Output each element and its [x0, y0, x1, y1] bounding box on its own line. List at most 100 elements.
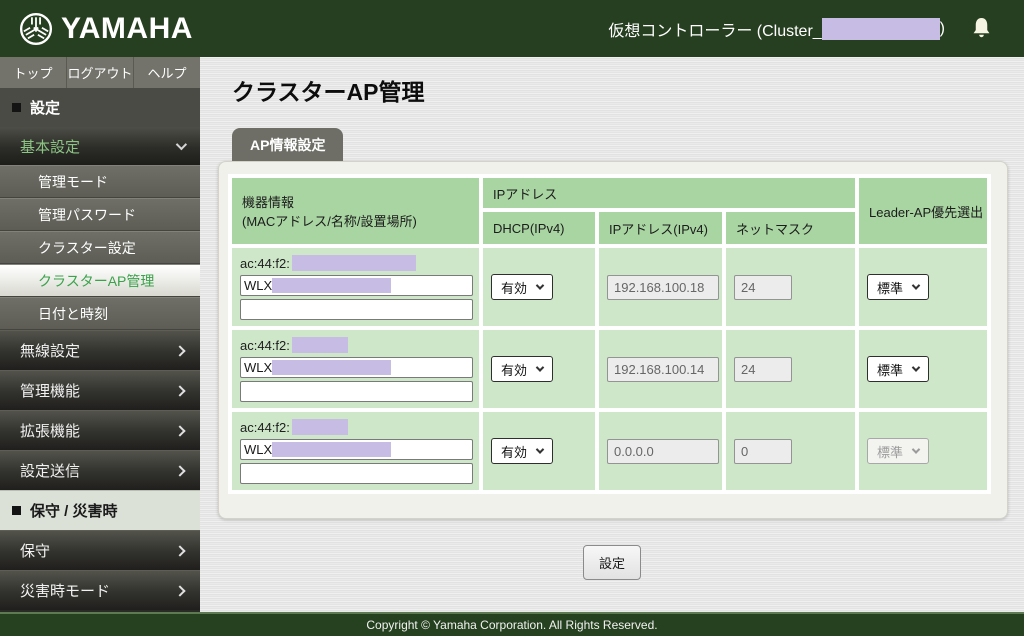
- controller-title: 仮想コントローラー (Cluster_ ): [608, 17, 945, 41]
- ip-address-input: [607, 439, 719, 464]
- dhcp-cell: 有効: [483, 248, 595, 326]
- sidebar-item-management-functions[interactable]: 管理機能: [0, 370, 200, 410]
- chevron-down-icon: [536, 363, 544, 371]
- main-content: クラスターAP管理 AP情報設定 機器情報 (MACアドレス/名称/設置場所) …: [200, 57, 1024, 612]
- ip-cell: [599, 412, 722, 490]
- leader-ap-select[interactable]: 標準: [867, 274, 929, 300]
- tab-ap-info-settings[interactable]: AP情報設定: [232, 128, 343, 161]
- brand-text: YAMAHA: [61, 12, 193, 46]
- dhcp-select[interactable]: 有効: [491, 356, 553, 382]
- chevron-right-icon: [174, 585, 185, 596]
- netmask-cell: [726, 248, 855, 326]
- redaction-box: [272, 442, 391, 457]
- netmask-input: [734, 275, 792, 300]
- sidebar-section-maintenance: 保守 / 災害時: [0, 490, 200, 530]
- dhcp-cell: 有効: [483, 330, 595, 408]
- ip-address-input: [607, 275, 719, 300]
- device-info-cell: ac:44:f2: WLX: [232, 330, 479, 408]
- yamaha-logo: YAMAHA: [18, 11, 193, 47]
- chevron-right-icon: [174, 345, 185, 356]
- leader-cell: 標準: [859, 412, 987, 490]
- netmask-input: [734, 439, 792, 464]
- redaction-box: [272, 278, 391, 293]
- table-row: ac:44:f2: WLX 有効: [232, 330, 987, 408]
- ap-location-input[interactable]: [240, 463, 473, 484]
- sidebar-section-settings: 設定: [0, 88, 200, 127]
- col-header-netmask: ネットマスク: [726, 212, 855, 244]
- top-bar: YAMAHA 仮想コントローラー (Cluster_ ): [0, 0, 1024, 57]
- sidebar-item-date-time[interactable]: 日付と時刻: [0, 297, 200, 330]
- ap-location-input[interactable]: [240, 299, 473, 320]
- col-header-device-info: 機器情報 (MACアドレス/名称/設置場所): [232, 178, 479, 244]
- ap-table: 機器情報 (MACアドレス/名称/設置場所) IPアドレス Leader-AP優…: [228, 174, 991, 494]
- square-bullet-icon: [12, 103, 21, 112]
- col-header-ip-group: IPアドレス: [483, 178, 855, 208]
- ap-settings-panel: 機器情報 (MACアドレス/名称/設置場所) IPアドレス Leader-AP優…: [218, 161, 1008, 519]
- ip-cell: [599, 248, 722, 326]
- ip-address-input: [607, 357, 719, 382]
- square-bullet-icon: [12, 506, 21, 515]
- redaction-box: [822, 18, 940, 40]
- redaction-box: [292, 337, 348, 353]
- sidebar-item-cluster-settings[interactable]: クラスター設定: [0, 231, 200, 264]
- copyright-text: Copyright © Yamaha Corporation. All Righ…: [366, 618, 657, 632]
- ap-name-input[interactable]: WLX: [240, 275, 473, 296]
- sidebar-item-management-mode[interactable]: 管理モード: [0, 165, 200, 198]
- dhcp-select[interactable]: 有効: [491, 274, 553, 300]
- sidebar-item-wireless-settings[interactable]: 無線設定: [0, 330, 200, 370]
- netmask-cell: [726, 412, 855, 490]
- sidebar-item-admin-password[interactable]: 管理パスワード: [0, 198, 200, 231]
- yamaha-mark-icon: [18, 11, 54, 47]
- chevron-down-icon: [536, 281, 544, 289]
- sidebar-tabbar: トップ ログアウト ヘルプ: [0, 57, 200, 88]
- sidebar-item-extended-functions[interactable]: 拡張機能: [0, 410, 200, 450]
- leader-cell: 標準: [859, 330, 987, 408]
- nav-tab-top[interactable]: トップ: [0, 57, 67, 88]
- redaction-box: [292, 419, 348, 435]
- netmask-input: [734, 357, 792, 382]
- leader-ap-select[interactable]: 標準: [867, 356, 929, 382]
- ip-cell: [599, 330, 722, 408]
- col-header-ip: IPアドレス(IPv4): [599, 212, 722, 244]
- chevron-down-icon: [536, 445, 544, 453]
- mac-address: ac:44:f2:: [240, 254, 473, 272]
- chevron-down-icon: [176, 139, 187, 150]
- notification-bell-icon[interactable]: [971, 17, 992, 40]
- leader-cell: 標準: [859, 248, 987, 326]
- sidebar-item-basic-settings[interactable]: 基本設定: [0, 127, 200, 165]
- chevron-down-icon: [912, 281, 920, 289]
- nav-tab-help[interactable]: ヘルプ: [134, 57, 200, 88]
- chevron-down-icon: [912, 445, 920, 453]
- submit-button[interactable]: 設定: [583, 545, 641, 580]
- sidebar-item-maintenance[interactable]: 保守: [0, 530, 200, 570]
- ap-location-input[interactable]: [240, 381, 473, 402]
- sidebar: トップ ログアウト ヘルプ 設定 基本設定 管理モード 管理パスワード クラスタ…: [0, 57, 200, 612]
- col-header-leader-ap: Leader-AP優先選出: [859, 178, 987, 244]
- nav-tab-logout[interactable]: ログアウト: [67, 57, 134, 88]
- device-info-cell: ac:44:f2: WLX: [232, 248, 479, 326]
- device-info-cell: ac:44:f2: WLX: [232, 412, 479, 490]
- ap-name-input[interactable]: WLX: [240, 439, 473, 460]
- table-row: ac:44:f2: WLX 有効: [232, 412, 987, 490]
- sidebar-item-cluster-ap-management[interactable]: クラスターAP管理: [0, 264, 200, 297]
- sidebar-item-config-send[interactable]: 設定送信: [0, 450, 200, 490]
- redaction-box: [292, 255, 416, 271]
- ap-name-input[interactable]: WLX: [240, 357, 473, 378]
- table-row: ac:44:f2: WLX 有効: [232, 248, 987, 326]
- sidebar-item-disaster-mode[interactable]: 災害時モード: [0, 570, 200, 610]
- dhcp-cell: 有効: [483, 412, 595, 490]
- chevron-down-icon: [912, 363, 920, 371]
- chevron-right-icon: [174, 465, 185, 476]
- footer: Copyright © Yamaha Corporation. All Righ…: [0, 612, 1024, 636]
- dhcp-select[interactable]: 有効: [491, 438, 553, 464]
- leader-ap-select-disabled: 標準: [867, 438, 929, 464]
- chevron-right-icon: [174, 545, 185, 556]
- page-title: クラスターAP管理: [232, 73, 1024, 107]
- chevron-right-icon: [174, 385, 185, 396]
- chevron-right-icon: [174, 425, 185, 436]
- col-header-dhcp: DHCP(IPv4): [483, 212, 595, 244]
- redaction-box: [272, 360, 391, 375]
- mac-address: ac:44:f2:: [240, 336, 473, 354]
- app-window: YAMAHA 仮想コントローラー (Cluster_ ) トップ ログアウト ヘ…: [0, 0, 1024, 636]
- mac-address: ac:44:f2:: [240, 418, 473, 436]
